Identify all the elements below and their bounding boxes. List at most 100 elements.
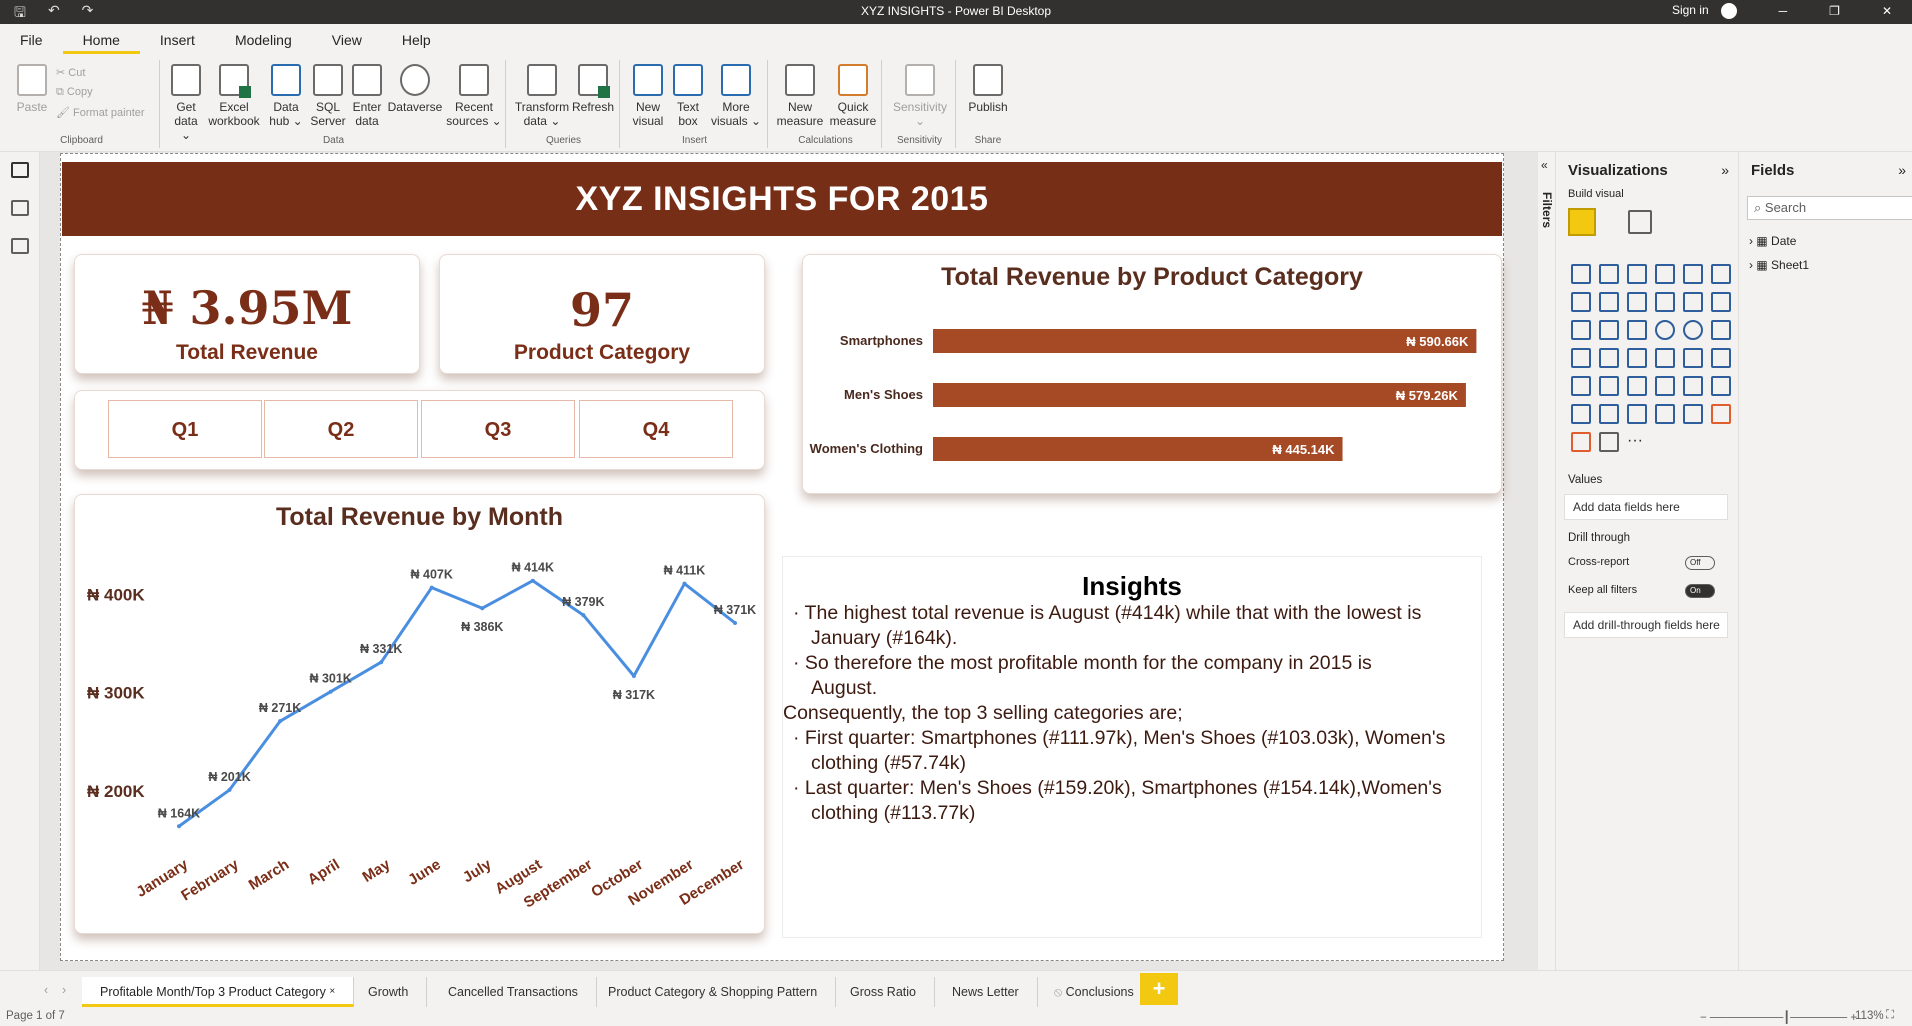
product-category-card[interactable]: 97 Product Category bbox=[439, 254, 765, 374]
tab-profitable-month[interactable]: Profitable Month/Top 3 Product Category … bbox=[82, 977, 355, 1007]
power-automate-icon[interactable] bbox=[1571, 432, 1591, 452]
kpi-icon[interactable] bbox=[1571, 376, 1591, 396]
key-influencers-icon[interactable] bbox=[1571, 404, 1591, 424]
sql-server-button[interactable]: SQL Server bbox=[308, 64, 348, 128]
fit-to-page-icon[interactable]: ⛶ bbox=[1886, 1009, 1894, 1022]
add-page-button[interactable]: + bbox=[1140, 973, 1178, 1005]
matrix-icon[interactable] bbox=[1655, 376, 1675, 396]
tab-cancelled-transactions[interactable]: Cancelled Transactions bbox=[430, 977, 597, 1007]
line-point[interactable] bbox=[328, 689, 333, 694]
line-point[interactable] bbox=[480, 606, 485, 611]
cut-button[interactable]: ✂ Cut bbox=[56, 66, 85, 79]
menu-file[interactable]: File bbox=[0, 24, 63, 54]
close-button[interactable]: ✕ bbox=[1882, 4, 1892, 18]
minimize-button[interactable]: ─ bbox=[1779, 4, 1788, 18]
slicer-q3[interactable]: Q3 bbox=[421, 400, 575, 458]
power-apps-icon[interactable] bbox=[1711, 404, 1731, 424]
shape-map-icon[interactable] bbox=[1627, 348, 1647, 368]
more-visuals-button[interactable]: More visuals ⌄ bbox=[708, 64, 764, 128]
close-tab-icon[interactable]: × bbox=[329, 986, 335, 997]
sign-in-button[interactable]: Sign in bbox=[1672, 3, 1737, 19]
new-measure-button[interactable]: New measure bbox=[774, 64, 826, 128]
bar[interactable] bbox=[933, 329, 1477, 353]
funnel-chart-icon[interactable] bbox=[1599, 320, 1619, 340]
line-point[interactable] bbox=[429, 585, 434, 590]
copy-button[interactable]: ⧉ Copy bbox=[56, 86, 93, 99]
new-visual-button[interactable]: New visual bbox=[628, 64, 668, 128]
ribbon-chart-icon[interactable] bbox=[1711, 292, 1731, 312]
insights-textbox[interactable]: Insights · The highest total revenue is … bbox=[782, 556, 1482, 938]
tab-scroll-left-icon[interactable]: ‹ bbox=[44, 983, 48, 997]
stacked-bar-chart-icon[interactable] bbox=[1571, 264, 1591, 284]
collapse-visualizations-icon[interactable]: » bbox=[1721, 162, 1729, 178]
line-point[interactable] bbox=[733, 620, 737, 625]
slicer-q1[interactable]: Q1 bbox=[108, 400, 262, 458]
publish-button[interactable]: Publish bbox=[966, 64, 1010, 114]
get-data-button[interactable]: Get data ⌄ bbox=[168, 64, 204, 142]
smart-narrative-icon[interactable] bbox=[1655, 404, 1675, 424]
transform-data-button[interactable]: Transform data ⌄ bbox=[514, 64, 570, 128]
slicer-q4[interactable]: Q4 bbox=[579, 400, 733, 458]
collapse-filters-icon[interactable]: « bbox=[1541, 158, 1548, 172]
model-view-icon[interactable] bbox=[10, 238, 29, 254]
line-point[interactable] bbox=[581, 613, 586, 618]
slicer-icon[interactable] bbox=[1599, 376, 1619, 396]
tab-conclusions[interactable]: ⦸ Conclusions bbox=[1036, 977, 1152, 1007]
tab-gross-ratio[interactable]: Gross Ratio bbox=[832, 977, 935, 1007]
menu-home[interactable]: Home bbox=[62, 24, 140, 54]
clustered-bar-chart-icon[interactable] bbox=[1627, 264, 1647, 284]
line-clustered-column-icon[interactable] bbox=[1683, 292, 1703, 312]
zoom-slider[interactable]: − ─────────┃─────── + bbox=[1700, 1010, 1857, 1024]
add-data-fields-well[interactable]: Add data fields here bbox=[1564, 494, 1728, 520]
waterfall-chart-icon[interactable] bbox=[1571, 320, 1591, 340]
data-view-icon[interactable] bbox=[10, 200, 29, 216]
line-point[interactable] bbox=[682, 581, 687, 586]
area-chart-icon[interactable] bbox=[1599, 292, 1619, 312]
more-visuals-icon[interactable] bbox=[1599, 432, 1619, 452]
100-column-chart-icon[interactable] bbox=[1711, 264, 1731, 284]
line-column-chart-icon[interactable] bbox=[1655, 292, 1675, 312]
fields-search-input[interactable]: ⌕ Search bbox=[1747, 196, 1912, 220]
revenue-by-month-chart[interactable]: Total Revenue by Month ₦ 200K ₦ 300K ₦ 400… bbox=[74, 494, 765, 934]
r-visual-icon[interactable] bbox=[1683, 376, 1703, 396]
slicer-q2[interactable]: Q2 bbox=[264, 400, 418, 458]
sensitivity-button[interactable]: Sensitivity ⌄ bbox=[888, 64, 952, 128]
quick-measure-button[interactable]: Quick measure bbox=[826, 64, 880, 128]
tab-news-letter[interactable]: News Letter bbox=[934, 977, 1038, 1007]
paginated-report-icon[interactable] bbox=[1683, 404, 1703, 424]
gauge-icon[interactable] bbox=[1655, 348, 1675, 368]
menu-help[interactable]: Help bbox=[382, 24, 451, 54]
map-icon[interactable] bbox=[1571, 348, 1591, 368]
line-chart-icon[interactable] bbox=[1571, 292, 1591, 312]
donut-chart-icon[interactable] bbox=[1683, 320, 1703, 340]
menu-modeling[interactable]: Modeling bbox=[215, 24, 312, 54]
qa-icon[interactable] bbox=[1627, 404, 1647, 424]
line-point[interactable] bbox=[379, 660, 384, 665]
table-visual-icon[interactable] bbox=[1627, 376, 1647, 396]
enter-data-button[interactable]: Enter data bbox=[350, 64, 384, 128]
filters-pane[interactable]: « Filters bbox=[1538, 152, 1556, 970]
pie-chart-icon[interactable] bbox=[1655, 320, 1675, 340]
ellipsis-icon[interactable]: ··· bbox=[1627, 432, 1647, 452]
tab-scroll-right-icon[interactable]: › bbox=[62, 983, 66, 997]
tab-product-category-shopping[interactable]: Product Category & Shopping Pattern bbox=[590, 977, 837, 1007]
line-point[interactable] bbox=[227, 787, 232, 792]
menu-insert[interactable]: Insert bbox=[140, 24, 215, 54]
build-visual-icon[interactable] bbox=[1568, 208, 1596, 236]
text-box-button[interactable]: Text box bbox=[670, 64, 706, 128]
field-table-date[interactable]: › ▦ Date bbox=[1749, 234, 1796, 248]
recent-sources-button[interactable]: Recent sources ⌄ bbox=[446, 64, 502, 128]
card-icon[interactable] bbox=[1683, 348, 1703, 368]
stacked-area-chart-icon[interactable] bbox=[1627, 292, 1647, 312]
add-drill-through-well[interactable]: Add drill-through fields here bbox=[1564, 612, 1728, 638]
report-view-icon[interactable] bbox=[10, 162, 29, 178]
line-point[interactable] bbox=[530, 578, 535, 583]
treemap-icon[interactable] bbox=[1711, 320, 1731, 340]
line-point[interactable] bbox=[177, 824, 181, 829]
tab-growth[interactable]: Growth bbox=[350, 977, 428, 1007]
restore-button[interactable]: ❐ bbox=[1829, 4, 1840, 18]
decomposition-tree-icon[interactable] bbox=[1599, 404, 1619, 424]
menu-view[interactable]: View bbox=[312, 24, 382, 54]
refresh-button[interactable]: Refresh bbox=[570, 64, 616, 114]
excel-workbook-button[interactable]: Excel workbook bbox=[206, 64, 262, 128]
